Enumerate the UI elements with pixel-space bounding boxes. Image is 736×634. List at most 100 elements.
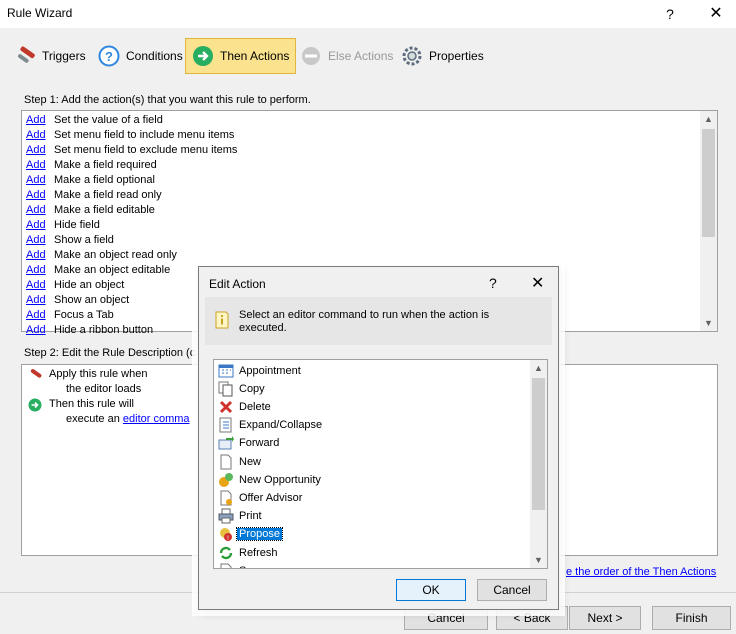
scroll-thumb[interactable] bbox=[702, 129, 715, 237]
command-item[interactable]: S bbox=[218, 562, 248, 568]
tab-then-actions[interactable]: Then Actions bbox=[185, 38, 297, 74]
action-row: Add Set menu field to exclude menu items bbox=[26, 143, 697, 158]
execute-prefix: execute an bbox=[66, 413, 120, 425]
triggers-icon bbox=[18, 46, 35, 63]
add-action-link[interactable]: Add bbox=[26, 113, 54, 128]
add-action-link[interactable]: Add bbox=[26, 143, 54, 158]
editor-command-link[interactable]: editor comma bbox=[123, 413, 190, 425]
command-item[interactable]: Offer Advisor bbox=[218, 489, 304, 506]
command-label: Offer Advisor bbox=[239, 491, 303, 504]
tab-label: Then Actions bbox=[220, 49, 290, 63]
action-label: Make an object read only bbox=[54, 249, 177, 261]
add-action-link[interactable]: Add bbox=[26, 308, 54, 323]
command-label: Copy bbox=[239, 382, 265, 395]
command-label: New Opportunity bbox=[239, 473, 321, 486]
propose-icon: ! bbox=[220, 528, 232, 542]
help-button[interactable]: ? bbox=[648, 0, 692, 28]
add-action-link[interactable]: Add bbox=[26, 248, 54, 263]
tab-triggers[interactable]: Triggers bbox=[8, 38, 92, 74]
copy-icon bbox=[218, 381, 233, 397]
dialog-cancel-button[interactable]: Cancel bbox=[477, 579, 547, 601]
tab-label: Else Actions bbox=[328, 49, 394, 63]
dialog-title: Edit Action bbox=[209, 277, 266, 291]
offer-advisor-icon bbox=[220, 490, 232, 506]
action-label: Show an object bbox=[54, 294, 130, 306]
command-label: New bbox=[239, 455, 262, 468]
action-row: Add Make an object read only bbox=[26, 248, 697, 263]
scroll-up-icon[interactable]: ▲ bbox=[700, 111, 717, 127]
dialog-close-button[interactable]: ✕ bbox=[531, 273, 544, 293]
add-action-link[interactable]: Add bbox=[26, 293, 54, 308]
delete-x-icon bbox=[219, 400, 233, 413]
dialog-help-button[interactable]: ? bbox=[489, 275, 497, 291]
ok-button[interactable]: OK bbox=[396, 579, 466, 601]
window-title: Rule Wizard bbox=[7, 6, 73, 20]
add-action-link[interactable]: Add bbox=[26, 203, 54, 218]
tab-else-actions[interactable]: Else Actions bbox=[294, 38, 399, 74]
then-rule-text: Then this rule will bbox=[49, 398, 134, 410]
edit-action-dialog: Edit Action ? ✕ Select an editor command… bbox=[198, 266, 559, 610]
action-label: Hide an object bbox=[54, 279, 125, 291]
action-label: Set the value of a field bbox=[54, 114, 163, 126]
command-item[interactable]: Refresh bbox=[218, 544, 280, 561]
apply-rule-text: Apply this rule when bbox=[49, 368, 148, 380]
tab-label: Triggers bbox=[42, 49, 86, 63]
add-action-link[interactable]: Add bbox=[26, 263, 54, 278]
add-action-link[interactable]: Add bbox=[26, 323, 54, 338]
scroll-thumb[interactable] bbox=[532, 378, 545, 510]
calendar-icon bbox=[218, 364, 234, 377]
gear-icon bbox=[402, 46, 422, 66]
command-label: Refresh bbox=[239, 546, 278, 559]
command-item[interactable]: New Opportunity bbox=[218, 471, 323, 488]
command-item[interactable]: Forward bbox=[218, 435, 281, 452]
command-item[interactable]: Delete bbox=[218, 398, 273, 415]
question-icon: ? bbox=[98, 45, 120, 67]
action-label: Show a field bbox=[54, 234, 114, 246]
command-item[interactable]: Copy bbox=[218, 380, 267, 397]
add-action-link[interactable]: Add bbox=[26, 173, 54, 188]
action-label: Hide field bbox=[54, 219, 100, 231]
scroll-down-icon[interactable]: ▼ bbox=[530, 552, 547, 568]
scroll-up-icon[interactable]: ▲ bbox=[530, 360, 547, 376]
command-item[interactable]: Expand/Collapse bbox=[218, 417, 324, 434]
add-action-link[interactable]: Add bbox=[26, 218, 54, 233]
action-label: Make a field optional bbox=[54, 174, 155, 186]
command-item[interactable]: Appointment bbox=[218, 362, 303, 379]
action-row: Add Set menu field to include menu items bbox=[26, 128, 697, 143]
svg-text:?: ? bbox=[105, 49, 113, 64]
info-icon bbox=[215, 311, 229, 329]
action-row: Add Hide field bbox=[26, 218, 697, 233]
scroll-down-icon[interactable]: ▼ bbox=[700, 315, 717, 331]
add-action-link[interactable]: Add bbox=[26, 188, 54, 203]
printer-icon bbox=[218, 508, 234, 524]
action-row: Add Set the value of a field bbox=[26, 113, 697, 128]
command-item[interactable]: New bbox=[218, 453, 263, 470]
add-action-link[interactable]: Add bbox=[26, 233, 54, 248]
command-scrollbar[interactable]: ▲ ▼ bbox=[530, 360, 547, 568]
tab-properties[interactable]: Properties bbox=[395, 38, 490, 74]
command-item[interactable]: Print bbox=[218, 508, 264, 525]
step2-label: Step 2: Edit the Rule Description (c bbox=[24, 347, 196, 359]
new-opportunity-icon bbox=[219, 472, 233, 487]
then-arrow-icon bbox=[28, 398, 42, 412]
tab-conditions[interactable]: ? Conditions bbox=[92, 38, 189, 74]
command-label: Expand/Collapse bbox=[239, 419, 323, 432]
add-action-link[interactable]: Add bbox=[26, 278, 54, 293]
new-document-icon bbox=[220, 454, 232, 469]
next-button[interactable]: Next > bbox=[569, 606, 641, 630]
close-button[interactable]: ✕ bbox=[694, 0, 736, 28]
change-order-link[interactable]: e the order of the Then Actions bbox=[566, 566, 716, 578]
action-label: Set menu field to include menu items bbox=[54, 129, 235, 141]
command-label: Forward bbox=[239, 437, 280, 450]
add-action-link[interactable]: Add bbox=[26, 128, 54, 143]
command-label: Appointment bbox=[239, 364, 301, 377]
add-action-link[interactable]: Add bbox=[26, 158, 54, 173]
finish-button[interactable]: Finish bbox=[652, 606, 731, 630]
title-bar: Rule Wizard ? ✕ bbox=[0, 0, 736, 28]
command-label: Delete bbox=[239, 400, 271, 413]
command-item[interactable]: ! Propose bbox=[218, 526, 283, 543]
refresh-icon bbox=[219, 546, 233, 559]
action-label: Hide a ribbon button bbox=[54, 324, 154, 336]
forward-icon bbox=[218, 436, 234, 450]
actions-scrollbar[interactable]: ▲ ▼ bbox=[700, 111, 717, 331]
